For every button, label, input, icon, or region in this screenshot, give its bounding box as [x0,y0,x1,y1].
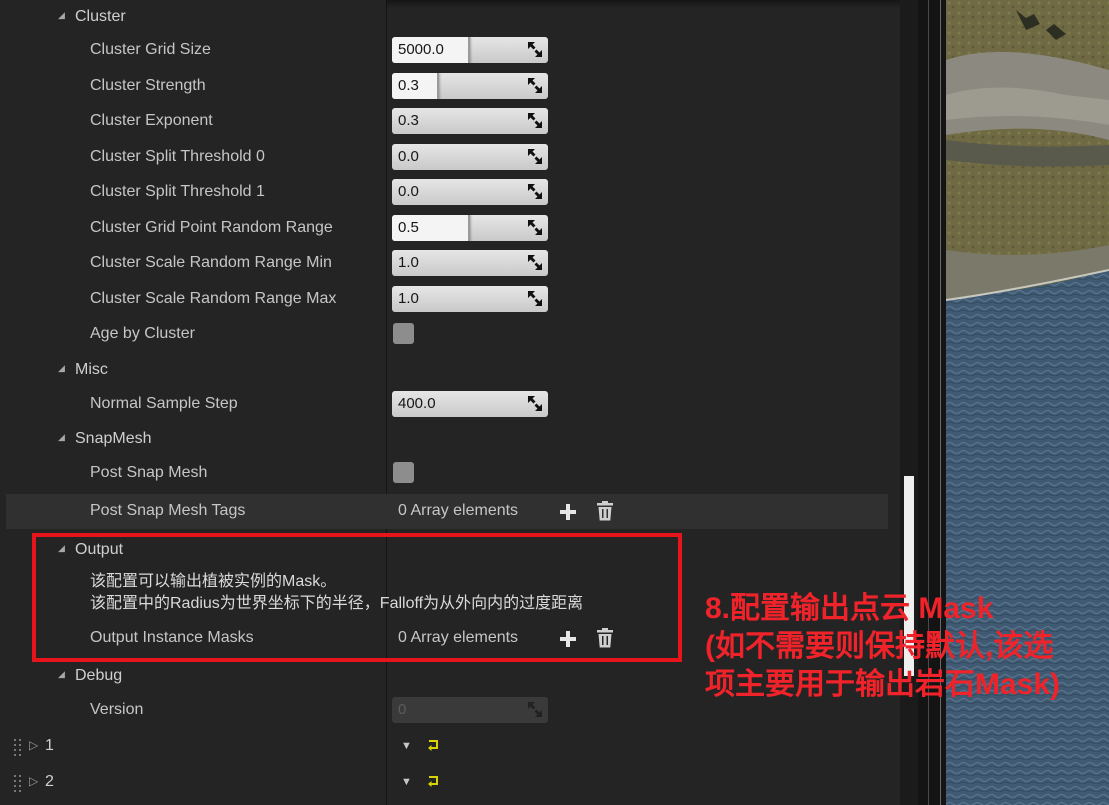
expand-arrows-icon [528,255,542,270]
property-row-age-by-cluster: Age by Cluster [0,317,886,352]
array-index: 2 [45,773,54,790]
field-value: 5000.0 [398,41,444,58]
section-title: SnapMesh [75,430,152,447]
field-value: 0.5 [398,219,419,236]
expand-triangle-icon[interactable]: ▷ [29,774,38,788]
array-element-row[interactable]: ▷ 2 ▼ [0,765,886,800]
field-value: 0.3 [398,112,419,129]
property-row-cluster-strength: Cluster Strength 0.3 [0,69,886,104]
expand-arrows-icon [528,113,542,128]
property-label: Cluster Grid Point Random Range [90,219,333,236]
annotation-line: 8.配置输出点云 Mask [705,592,994,625]
dropdown-arrow-icon[interactable]: ▼ [401,740,412,752]
section-title: Cluster [75,8,126,25]
annotation-line: (如不需要则保持默认,该选 [705,630,1054,663]
reset-to-default-icon[interactable] [428,739,440,751]
cluster-grid-size-input[interactable]: 5000.0 [392,37,548,63]
property-label: Age by Cluster [90,325,195,342]
cluster-exponent-input[interactable]: 0.3 [392,108,548,134]
version-input: 0 [392,697,548,723]
annotation-text: 8.配置输出点云 Mask (如不需要则保持默认,该选 项主要用于输出岩石Mas… [705,590,1109,704]
property-label: Cluster Scale Random Range Min [90,254,332,271]
property-row-cluster-grid-point-random-range: Cluster Grid Point Random Range 0.5 [0,211,886,246]
property-label: Cluster Split Threshold 1 [90,183,265,200]
cluster-scale-random-range-max-input[interactable]: 1.0 [392,286,548,312]
expand-triangle-icon[interactable]: ▷ [29,738,38,752]
array-element-row[interactable]: ▷ 1 ▼ [0,729,886,764]
normal-sample-step-input[interactable]: 400.0 [392,391,548,417]
cluster-split-threshold-0-input[interactable]: 0.0 [392,144,548,170]
property-row-post-snap-mesh: Post Snap Mesh [0,456,886,491]
property-row-cluster-scale-random-range-max: Cluster Scale Random Range Max 1.0 [0,282,886,317]
array-count-text: 0 Array elements [398,502,519,519]
field-value: 400.0 [398,395,436,412]
cluster-strength-input[interactable]: 0.3 [392,73,548,99]
cluster-split-threshold-1-input[interactable]: 0.0 [392,179,548,205]
cluster-grid-point-random-range-input[interactable]: 0.5 [392,215,548,241]
property-row-cluster-scale-random-range-min: Cluster Scale Random Range Min 1.0 [0,246,886,281]
property-label: Cluster Split Threshold 0 [90,148,265,165]
expand-arrows-icon [528,220,542,235]
cluster-scale-random-range-min-input[interactable]: 1.0 [392,250,548,276]
collapse-triangle-icon[interactable]: ◢ [58,10,65,21]
add-element-plus-icon[interactable] [558,502,578,522]
section-title: Misc [75,361,108,378]
property-row-cluster-split-threshold-1: Cluster Split Threshold 1 0.0 [0,175,886,210]
property-row-cluster-grid-size: Cluster Grid Size 5000.0 [0,33,886,68]
property-label: Version [90,701,144,718]
property-row-cluster-exponent: Cluster Exponent 0.3 [0,104,886,139]
section-title: Debug [75,667,123,684]
expand-arrows-icon [528,149,542,164]
property-label: Post Snap Mesh Tags [90,502,246,519]
expand-arrows-icon [528,291,542,306]
expand-arrows-icon [528,396,542,411]
delete-all-trash-icon[interactable] [596,501,614,521]
drag-handle-icon[interactable] [14,774,22,792]
field-value: 1.0 [398,290,419,307]
annotation-highlight-box [32,533,682,662]
property-label: Cluster Scale Random Range Max [90,290,337,307]
property-label: Normal Sample Step [90,395,238,412]
age-by-cluster-checkbox[interactable] [393,323,414,344]
section-misc[interactable]: ◢ Misc [0,353,886,387]
expand-arrows-icon [528,78,542,93]
collapse-triangle-icon[interactable]: ◢ [58,432,65,443]
expand-arrows-icon [528,702,542,717]
reset-to-default-icon[interactable] [428,775,440,787]
property-row-cluster-split-threshold-0: Cluster Split Threshold 0 0.0 [0,140,886,175]
property-label: Post Snap Mesh [90,464,208,481]
field-value: 0.0 [398,148,419,165]
expand-arrows-icon [528,42,542,57]
section-cluster[interactable]: ◢ Cluster [0,0,886,34]
property-label: Cluster Grid Size [90,41,211,58]
field-value: 0.0 [398,183,419,200]
field-value: 0.3 [398,77,419,94]
annotation-line: 项主要用于输出岩石Mask) [705,668,1061,701]
property-label: Cluster Exponent [90,112,213,129]
expand-arrows-icon [528,184,542,199]
post-snap-mesh-checkbox[interactable] [393,462,414,483]
section-snapmesh[interactable]: ◢ SnapMesh [0,422,886,456]
field-value: 1.0 [398,254,419,271]
drag-handle-icon[interactable] [14,738,22,756]
collapse-triangle-icon[interactable]: ◢ [58,669,65,680]
collapse-triangle-icon[interactable]: ◢ [58,363,65,374]
field-value: 0 [398,701,407,718]
property-row-normal-sample-step: Normal Sample Step 400.0 [0,387,886,422]
array-index: 1 [45,737,54,754]
dropdown-arrow-icon[interactable]: ▼ [401,776,412,788]
property-label: Cluster Strength [90,77,206,94]
property-row-post-snap-mesh-tags: Post Snap Mesh Tags 0 Array elements [6,494,888,529]
